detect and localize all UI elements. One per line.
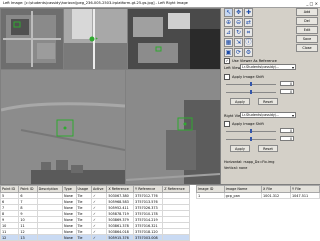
left-shift-x-field[interactable]: 0 [280, 81, 294, 86]
right-shift-x-slider[interactable] [226, 129, 276, 133]
image-col-header[interactable]: Image Name [224, 186, 261, 193]
points-col-header[interactable]: Active [91, 186, 106, 193]
points-col-header[interactable]: Point ID [19, 186, 37, 193]
right-shift-x-field[interactable]: 0 [280, 128, 294, 133]
right-apply-image-shift-checkbox[interactable]: Apply Image Shift [224, 121, 264, 127]
overview-left-canvas [1, 9, 63, 69]
checkbox-icon [224, 74, 230, 80]
points-col-header[interactable]: Z Reference [163, 186, 190, 193]
main-image-left[interactable] [0, 69, 126, 185]
points-table: Point IDPoint IDDescriptionTypeUsageActi… [0, 185, 190, 241]
close-button[interactable]: Close [296, 44, 318, 52]
checkbox-icon: ✓ [224, 58, 230, 64]
window-controls[interactable]: _ □ × [303, 1, 318, 6]
left-shift-y-field[interactable]: 0 [280, 89, 294, 94]
overview-image-center[interactable]: ✦ [63, 8, 128, 70]
table-cell[interactable]: gcp_pan [224, 193, 261, 199]
add-point-icon[interactable]: ✚ [244, 8, 253, 17]
table-row[interactable]: 1gcp_pan1001.3121047.511 [197, 193, 320, 199]
right-shift-y-slider[interactable] [226, 137, 276, 141]
left-apply-image-shift-checkbox[interactable]: Apply Image Shift [224, 74, 264, 80]
measure-icon[interactable]: ⊿ [224, 28, 233, 37]
image-table: Image IDImage NameX FileY File 1gcp_pan1… [196, 185, 320, 199]
points-col-header[interactable]: X Reference [107, 186, 134, 193]
refresh-icon[interactable]: ⟳ [234, 48, 243, 57]
image-col-header[interactable]: X File [262, 186, 291, 193]
select-icon[interactable]: ↖ [224, 8, 233, 17]
left-view-label: Left View: [224, 66, 241, 70]
overview-image-left[interactable] [0, 8, 64, 70]
left-view-select[interactable]: Lr.Students\cassidy\... [240, 64, 296, 70]
table-cell[interactable]: 1047.511 [290, 193, 319, 199]
edit-button[interactable]: Edit [296, 26, 318, 34]
table-cell[interactable]: 1001.312 [262, 193, 291, 199]
vertical-info: Vertical: none [224, 166, 247, 170]
points-col-header[interactable]: Usage [76, 186, 91, 193]
add-button[interactable]: Add [296, 8, 318, 16]
grid-icon[interactable]: ▦ [224, 38, 233, 47]
points-table-area: Point IDPoint IDDescriptionTypeUsageActi… [0, 184, 320, 241]
right-shift-y-field[interactable]: 0 [280, 136, 294, 141]
left-shift-x-slider[interactable] [226, 82, 276, 86]
overview-image-right[interactable] [127, 8, 221, 70]
delete-button[interactable]: Del [296, 17, 318, 25]
horizontal-info: Horizontal: rsapp_Dx=Fix.img [224, 160, 274, 164]
main-image-right[interactable] [125, 69, 221, 185]
rotate-icon[interactable]: ↻ [234, 28, 243, 37]
left-shift-y-slider[interactable] [226, 90, 276, 94]
settings-icon[interactable]: ⚙ [244, 48, 253, 57]
info-icon[interactable]: ⓘ [244, 38, 253, 47]
point-marker[interactable] [90, 37, 95, 42]
zoom-in-icon[interactable]: ⊕ [224, 18, 233, 27]
table-cell[interactable]: 1 [197, 193, 225, 199]
main-right-canvas [126, 70, 220, 184]
save-icon[interactable]: ▣ [224, 48, 233, 57]
points-col-header[interactable]: Type [63, 186, 76, 193]
overview-right-canvas [128, 9, 220, 69]
save-button[interactable]: Save [296, 35, 318, 43]
image-col-header[interactable]: Image ID [197, 186, 225, 193]
zoom-out-icon[interactable]: ⊖ [234, 18, 243, 27]
link-icon[interactable]: ⇄ [244, 18, 253, 27]
fit-icon[interactable]: ⇲ [234, 38, 243, 47]
points-col-header[interactable]: Y Reference [134, 186, 163, 193]
image-col-header[interactable]: Y File [290, 186, 319, 193]
title-bar: Left Image: [c:\students\cassidy\horizon… [0, 0, 320, 8]
right-view-select[interactable]: Lr.Students\cassidy\... [240, 112, 296, 118]
checkbox-icon [224, 121, 230, 127]
pan-icon[interactable]: ✥ [234, 8, 243, 17]
window-title: Left Image: [c:\students\cassidy\horizon… [0, 0, 188, 7]
right-apply-button[interactable]: Apply [230, 145, 250, 152]
crop-icon[interactable]: ⌗ [244, 28, 253, 37]
right-reset-button[interactable]: Reset [258, 145, 278, 152]
points-col-header[interactable]: Description [37, 186, 62, 193]
main-left-canvas [1, 70, 125, 184]
overview-center-canvas: ✦ [64, 9, 127, 69]
points-col-header[interactable]: Point ID [1, 186, 19, 193]
left-apply-button[interactable]: Apply [230, 98, 250, 105]
left-reset-button[interactable]: Reset [258, 98, 278, 105]
